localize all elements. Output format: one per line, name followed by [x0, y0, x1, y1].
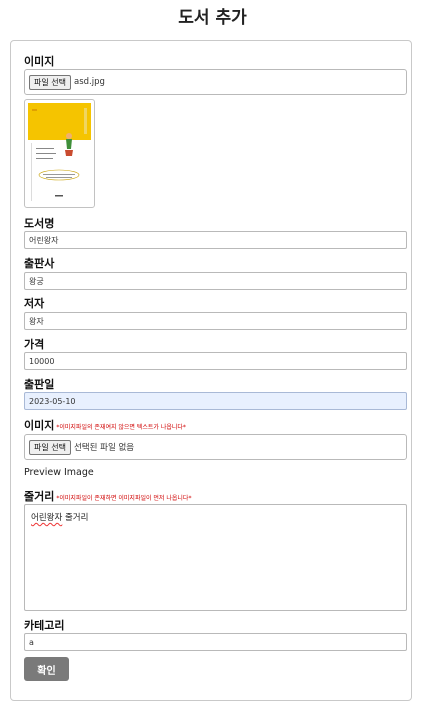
category-label: 카테고리: [24, 619, 65, 632]
choose-file-button-2[interactable]: 파일 선택: [29, 439, 71, 455]
publisher-input[interactable]: 왕궁: [24, 272, 407, 290]
image2-file-input[interactable]: 파일 선택 선택된 파일 없음: [24, 434, 407, 460]
plot-note: *이미지파일이 존재하면 이미지파일이 먼저 나옵니다*: [56, 494, 192, 502]
plot-label-text: 줄거리: [24, 490, 55, 503]
image2-note: *이미지파일의 존재여지 않으면 텍스트가 나옵니다*: [56, 423, 186, 431]
image2-label-text: 이미지: [24, 419, 55, 432]
plot-textarea[interactable]: 어린왕자 줄거리: [24, 504, 407, 611]
book-form: 이미지 파일 선택 asd.jpg 도서명 어린왕자 출판사 왕궁 저자 왕자 …: [10, 40, 412, 701]
preview-image-text: Preview Image: [24, 467, 94, 478]
book-title-input[interactable]: 어린왕자: [24, 231, 407, 249]
pubdate-label: 출판일: [24, 378, 55, 391]
book-cover-image: [28, 103, 91, 204]
confirm-button[interactable]: 확인: [24, 657, 69, 681]
plot-label: 줄거리 *이미지파일이 존재하면 이미지파일이 먼저 나옵니다*: [24, 488, 191, 504]
plot-text-misspelled: 어린왕자: [31, 513, 63, 523]
image-label: 이미지: [24, 55, 55, 68]
page-title: 도서 추가: [178, 8, 247, 28]
publisher-label: 출판사: [24, 257, 55, 270]
author-input[interactable]: 왕자: [24, 312, 407, 330]
book-cover-thumbnail: [24, 99, 95, 208]
price-label: 가격: [24, 338, 45, 351]
choose-file-button[interactable]: 파일 선택: [29, 74, 71, 90]
image2-label: 이미지 *이미지파일의 존재여지 않으면 텍스트가 나옵니다*: [24, 417, 186, 433]
book-title-label: 도서명: [24, 217, 55, 230]
selected-file-name: asd.jpg: [73, 77, 105, 87]
plot-text-rest: 줄거리: [62, 513, 89, 523]
no-file-selected-text: 선택된 파일 없음: [73, 443, 135, 453]
image-file-input[interactable]: 파일 선택 asd.jpg: [24, 69, 407, 95]
pubdate-input[interactable]: 2023-05-10: [24, 392, 407, 410]
price-input[interactable]: 10000: [24, 352, 407, 370]
category-input[interactable]: a: [24, 633, 407, 651]
author-label: 저자: [24, 297, 45, 310]
